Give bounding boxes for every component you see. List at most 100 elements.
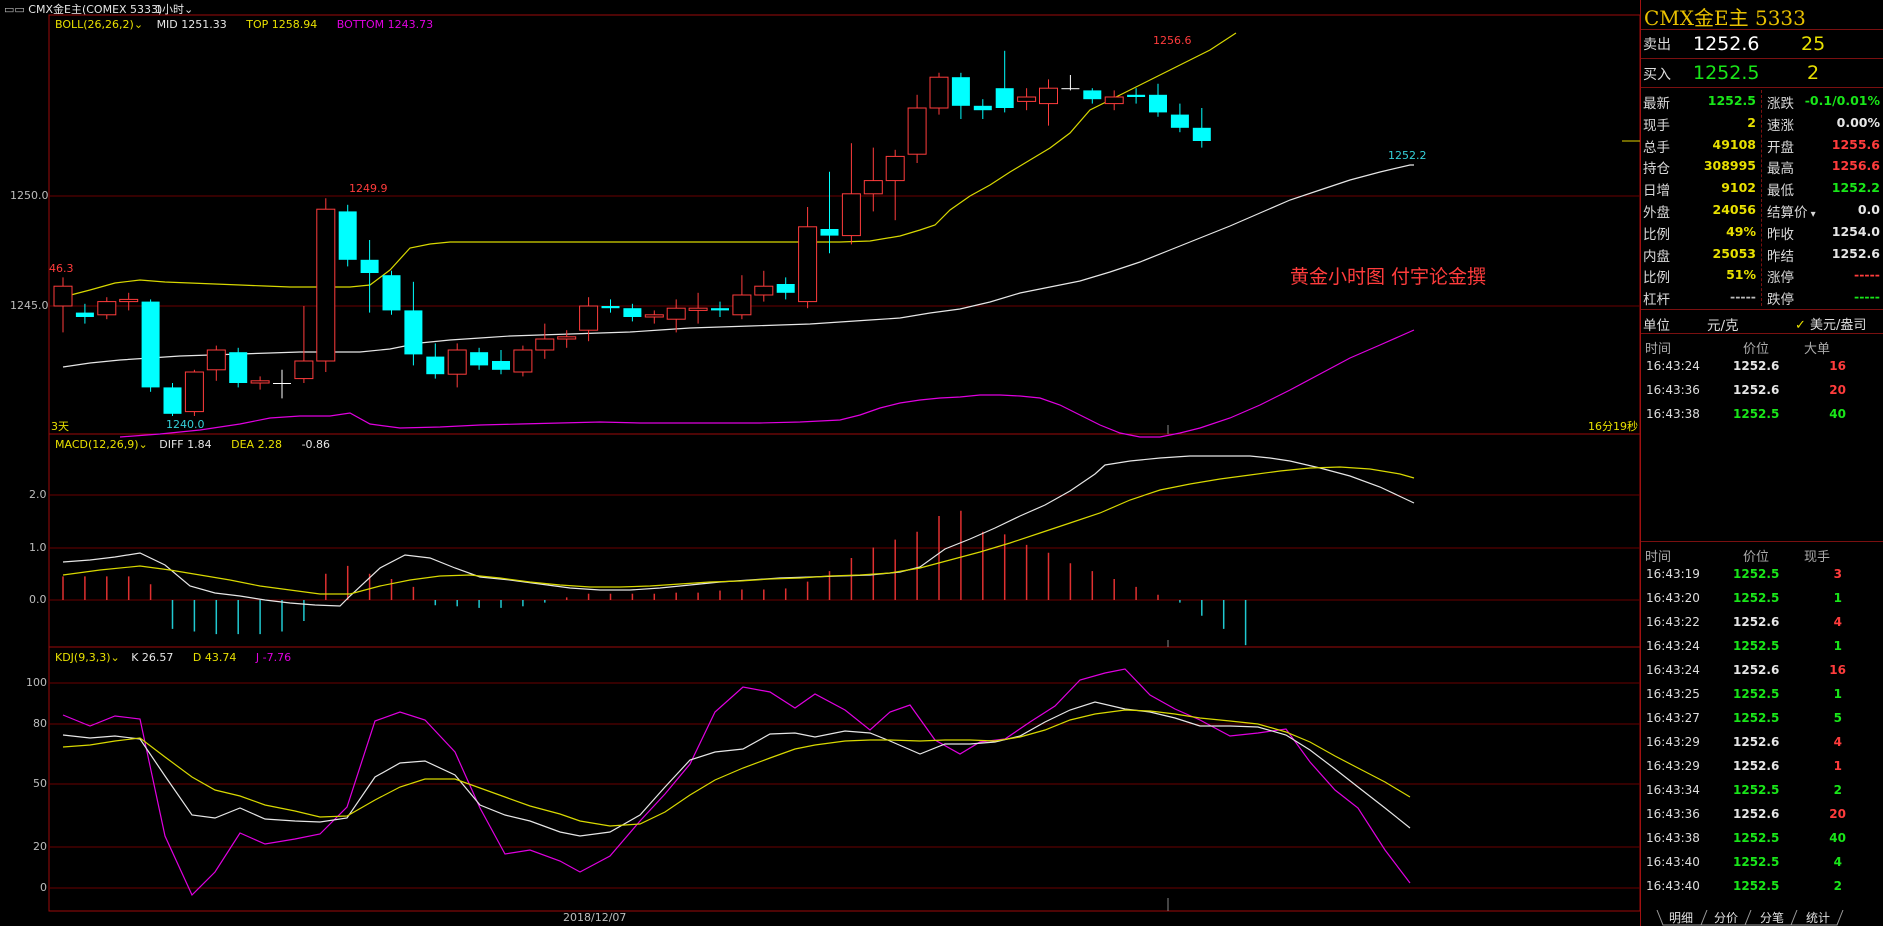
boll-name[interactable]: BOLL(26,26,2) <box>55 18 134 31</box>
field-value: 1255.6 <box>1831 136 1880 152</box>
field-label: 比例 <box>1643 226 1670 243</box>
row-qty: 16 <box>1829 663 1846 677</box>
field-label: 外盘 <box>1643 205 1670 221</box>
tab-bar: 明细 分价 分笔 统计 <box>1641 910 1883 926</box>
kdj-axis-label: 50 <box>33 777 47 790</box>
candle-body <box>53 285 73 307</box>
row-price: 1252.6 <box>1733 735 1780 749</box>
price-axis-label: 1250.0 <box>10 189 49 202</box>
table-row[interactable]: 16:43:40 1252.5 2 <box>1641 876 1883 898</box>
field-label: 速涨 <box>1767 117 1794 134</box>
row-time: 16:43:24 <box>1646 639 1700 653</box>
table-row[interactable]: 16:43:36 1252.6 20 <box>1641 804 1883 826</box>
row-qty: 1 <box>1833 759 1842 773</box>
candle-body <box>141 301 160 388</box>
field-label: 内盘 <box>1643 248 1670 265</box>
row-qty: 20 <box>1829 383 1846 397</box>
field-label: 最低 <box>1767 183 1794 200</box>
boll-bottom-line <box>119 329 1415 438</box>
candle-body <box>973 105 992 111</box>
row-price: 1252.6 <box>1733 807 1780 821</box>
row-time: 16:43:34 <box>1646 783 1700 797</box>
candle-body <box>863 180 883 195</box>
chart-area[interactable] <box>0 0 1640 926</box>
days-label: 3天 <box>51 420 69 433</box>
row-qty: 40 <box>1829 831 1846 845</box>
macd-name[interactable]: MACD(12,26,9) <box>55 438 139 451</box>
kdj-axis-label: 20 <box>33 840 47 853</box>
field-label: 持仓 <box>1643 161 1670 178</box>
field-label: 最新 <box>1643 96 1670 112</box>
row-time: 16:43:19 <box>1646 567 1700 581</box>
sell-qty: 25 <box>1801 33 1826 55</box>
field-value: 1254.0 <box>1831 223 1880 239</box>
table-header: 时间 价位 大单 <box>1641 335 1883 357</box>
field-value: 9102 <box>1721 180 1756 196</box>
field-label: 结算价 ▾ <box>1767 205 1816 221</box>
left-top-label: 46.3 <box>49 262 74 275</box>
column-header: 价位 <box>1743 342 1770 357</box>
candle-body <box>1083 90 1102 100</box>
kdj-name[interactable]: KDJ(9,3,3) <box>55 651 111 664</box>
field-value: -0.1/0.01% <box>1804 93 1880 108</box>
row-price: 1252.5 <box>1733 855 1780 869</box>
row-qty: 1 <box>1833 591 1842 605</box>
kdj-axis-label: 100 <box>26 676 47 689</box>
table-row[interactable]: 16:43:20 1252.5 1 <box>1641 588 1883 610</box>
row-qty: 5 <box>1833 711 1842 725</box>
column-header: 时间 <box>1645 342 1672 357</box>
boll-legend: BOLL(26,26,2)⌄ MID 1251.33 TOP 1258.94 B… <box>55 18 433 31</box>
field-value: 1252.2 <box>1831 180 1880 196</box>
table-row[interactable]: 16:43:22 1252.6 4 <box>1641 612 1883 634</box>
macd-legend: MACD(12,26,9)⌄ DIFF 1.84 DEA 2.28 -0.86 <box>55 438 330 451</box>
table-row[interactable]: 16:43:25 1252.5 1 <box>1641 684 1883 706</box>
candle-body <box>1170 114 1189 128</box>
table-row[interactable]: 16:43:40 1252.5 4 <box>1641 852 1883 874</box>
row-price: 1252.5 <box>1733 783 1780 797</box>
candle-body <box>557 336 577 340</box>
candle-body <box>1192 127 1211 141</box>
table-row[interactable]: 16:43:34 1252.5 2 <box>1641 780 1883 802</box>
field-label: 昨收 <box>1767 226 1794 243</box>
date-axis-label: 2018/12/07 <box>563 911 627 924</box>
column-header: 大单 <box>1804 342 1831 357</box>
chevron-down-icon: ⌄ <box>138 438 148 451</box>
field-label: 现手 <box>1643 117 1670 134</box>
table-row[interactable]: 16:43:27 1252.5 5 <box>1641 708 1883 730</box>
peak-label: 1249.9 <box>349 182 388 195</box>
unit-toggle[interactable]: ✓ 美元/盎司 <box>1795 314 1866 333</box>
field-value: ----- <box>1854 267 1880 283</box>
candle-body <box>1127 94 1146 97</box>
candle-body <box>666 307 686 320</box>
column-header: 时间 <box>1645 550 1672 565</box>
quote-row: 日增 9102 最低 1252.2 <box>1641 177 1883 199</box>
macd-histogram <box>62 510 1247 646</box>
table-row[interactable]: 16:43:36 1252.6 20 <box>1641 380 1883 402</box>
candle-body <box>119 298 139 303</box>
candle-body <box>820 229 839 236</box>
macd-grid <box>49 494 1640 601</box>
candle-body <box>601 306 620 309</box>
table-row[interactable]: 16:43:38 1252.5 40 <box>1641 404 1883 426</box>
table-row[interactable]: 16:43:29 1252.6 1 <box>1641 756 1883 778</box>
field-value: 25053 <box>1712 245 1757 261</box>
quote-row: 最新 1252.5 涨跌 -0.1/0.01% <box>1641 90 1883 112</box>
table-row[interactable]: 16:43:19 1252.5 3 <box>1641 564 1883 586</box>
tab-outline <box>1656 910 1844 926</box>
quote-panel: CMX金E主 5333 卖出 1252.6 25 买入 1252.5 2 最新 … <box>1640 0 1883 926</box>
row-time: 16:43:36 <box>1646 383 1700 397</box>
row-time: 16:43:25 <box>1646 687 1700 701</box>
row-qty: 4 <box>1833 615 1842 629</box>
row-qty: 3 <box>1833 567 1842 581</box>
candle-body <box>229 352 248 383</box>
macd-dea-line <box>62 466 1415 595</box>
field-label: 杠杆 <box>1643 292 1670 309</box>
table-row[interactable]: 16:43:24 1252.5 1 <box>1641 636 1883 658</box>
table-row[interactable]: 16:43:24 1252.6 16 <box>1641 356 1883 378</box>
field-label: 最高 <box>1767 161 1794 178</box>
table-row[interactable]: 16:43:24 1252.6 16 <box>1641 660 1883 682</box>
table-row[interactable]: 16:43:29 1252.6 4 <box>1641 732 1883 754</box>
macd-axis-label: 0.0 <box>29 593 47 606</box>
table-row[interactable]: 16:43:38 1252.5 40 <box>1641 828 1883 850</box>
row-time: 16:43:29 <box>1646 759 1700 773</box>
